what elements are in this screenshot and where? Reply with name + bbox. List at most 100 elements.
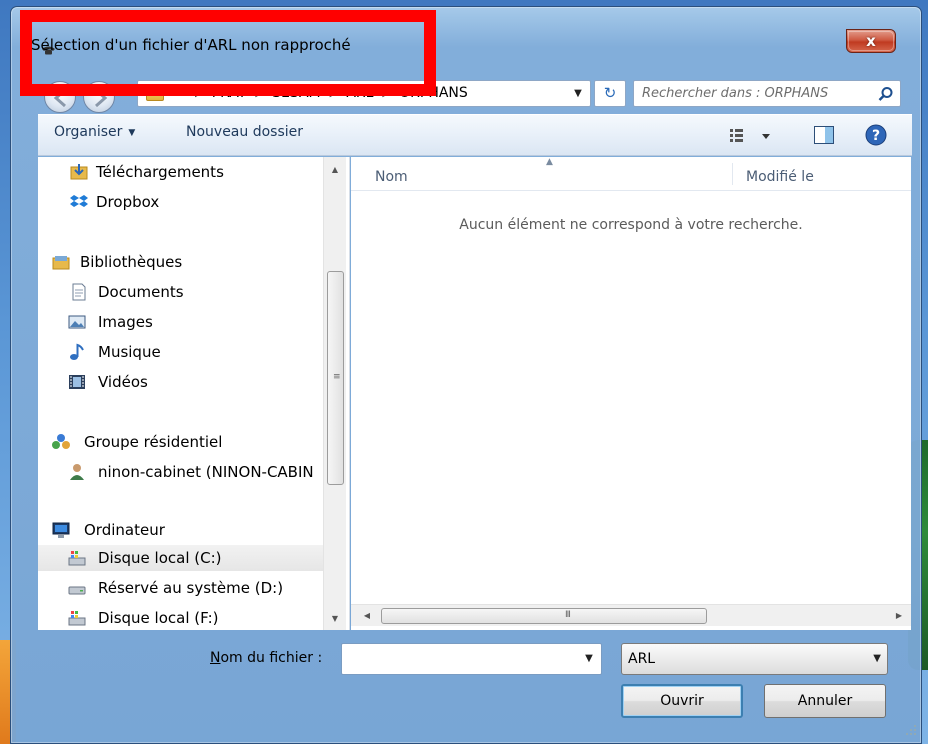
computer-icon [52,522,70,538]
scrollbar-thumb[interactable]: III [381,608,707,624]
dropbox-icon [70,195,88,207]
sidebar-item-label: Dropbox [96,193,160,211]
breadcrumb-item[interactable]: PRAT [212,85,247,101]
navigation-scrollbar[interactable]: ▲ ≡ ▼ [323,157,346,630]
command-toolbar: Organiser ▼ Nouveau dossier ? [38,114,912,156]
sidebar-item-disk-c[interactable]: Disque local (C:) [38,545,328,571]
chevron-down-icon: ▼ [128,128,136,138]
sidebar-item-label: Vidéos [98,373,148,391]
breadcrumb-item[interactable]: ARL [346,85,373,101]
sidebar-item-libraries[interactable]: Bibliothèques [38,249,328,275]
sidebar-item-label: Images [98,313,153,331]
filename-label-text: om du fichier : [220,650,323,666]
images-icon [68,315,86,329]
sidebar-item-label: Réservé au système (D:) [98,579,284,597]
sidebar-item-documents[interactable]: Documents [38,279,328,305]
folder-icon [146,87,164,101]
refresh-icon: ↻ [603,84,617,102]
libraries-icon [52,256,70,270]
resize-grip-icon[interactable] [905,724,917,736]
file-list-pane[interactable]: ▲ Nom Modifié le Aucun élément ne corres… [351,157,911,630]
sidebar-item-label: ninon-cabinet (NINON-CABIN [98,463,314,481]
chevron-right-icon[interactable]: ▶ [373,88,399,99]
navigation-pane[interactable]: Téléchargements Dropbox Bibliothèques Do… [38,157,350,630]
breadcrumb-item[interactable]: SESAM [272,85,321,101]
back-arrow-icon [53,88,66,108]
scroll-left-icon[interactable]: ◀ [357,605,377,626]
chevron-right-icon[interactable]: ▶ [246,88,272,99]
new-folder-button[interactable]: Nouveau dossier [186,124,303,140]
help-icon: ? [865,124,887,146]
dialog-footer: Nom du fichier : ▼ ARL ▼ Ouvrir Annuler [10,630,922,744]
column-header-name[interactable]: Nom [375,169,408,185]
sidebar-item-user[interactable]: ninon-cabinet (NINON-CABIN [38,459,328,485]
sidebar-item-dropbox[interactable]: Dropbox [38,189,328,215]
sidebar-item-homegroup[interactable]: Groupe résidentiel [38,429,328,455]
scroll-up-icon[interactable]: ▲ [324,161,346,179]
sidebar-item-downloads[interactable]: Téléchargements [38,159,328,185]
sidebar-item-images[interactable]: Images [38,309,328,335]
chevron-right-icon[interactable]: ▶ [321,88,347,99]
homegroup-icon [52,434,70,449]
documents-icon [72,283,86,301]
chevron-down-icon[interactable]: ▼ [577,644,601,674]
grip-icon: III [565,610,571,620]
filetype-select[interactable]: ARL ▼ [621,643,888,675]
breadcrumb: ▶ PRAT ▶ SESAM ▶ ARL ▶ ORPHANS [186,85,468,101]
close-button[interactable]: x [846,29,896,53]
search-input[interactable] [634,81,874,106]
close-icon: x [866,32,876,50]
local-disk-icon [68,611,86,626]
sidebar-item-label: Groupe résidentiel [84,433,223,451]
breadcrumb-item-current[interactable]: ORPHANS [399,85,468,101]
cancel-button[interactable]: Annuler [764,684,886,718]
grip-icon: ≡ [333,372,341,382]
scroll-down-icon[interactable]: ▼ [324,610,346,628]
sidebar-item-label: Documents [98,283,184,301]
sidebar-item-label: Ordinateur [84,521,165,539]
column-header-modified[interactable]: Modifié le [746,169,814,185]
preview-pane-button[interactable] [812,123,836,147]
address-history-dropdown[interactable]: ▼ [566,81,590,106]
chevron-right-icon: ▶ [195,88,203,99]
help-button[interactable]: ? [864,123,888,147]
sidebar-item-music[interactable]: Musique [38,339,328,365]
svg-text:?: ? [872,128,880,144]
refresh-button[interactable]: ↻ [594,80,626,107]
forward-arrow-icon [95,88,108,108]
filename-combobox[interactable]: ▼ [341,643,602,675]
scroll-right-icon[interactable]: ▶ [889,605,909,626]
music-icon [70,343,84,360]
videos-icon [69,375,85,389]
search-icon[interactable] [878,86,894,102]
forward-button[interactable] [83,81,115,113]
sidebar-item-videos[interactable]: Vidéos [38,369,328,395]
sidebar-item-computer[interactable]: Ordinateur [38,517,328,543]
empty-search-message: Aucun élément ne correspond à votre rech… [459,217,803,233]
dialog-title: Sélection d'un fichier d'ARL non rapproc… [31,36,351,54]
downloads-folder-icon [70,164,88,180]
filetype-value: ARL [628,651,656,667]
file-list-horizontal-scrollbar[interactable]: ◀ III ▶ [351,604,911,626]
back-button[interactable] [44,81,76,113]
search-box[interactable] [633,80,901,107]
sidebar-item-label: Téléchargements [96,163,224,181]
view-list-icon [730,129,770,142]
sidebar-item-disk-f[interactable]: Disque local (F:) [38,605,328,630]
column-header-row: ▲ Nom Modifié le [351,157,911,191]
scrollbar-thumb[interactable]: ≡ [327,271,344,485]
open-button[interactable]: Ouvrir [621,684,743,718]
sidebar-item-disk-d[interactable]: Réservé au système (D:) [38,575,328,601]
column-divider[interactable] [732,163,733,185]
change-view-button[interactable] [728,125,778,147]
address-bar[interactable]: ▶ PRAT ▶ SESAM ▶ ARL ▶ ORPHANS ▼ [137,80,591,107]
sidebar-item-label: Bibliothèques [80,253,183,271]
organise-label: Organiser [54,124,123,140]
filename-label-accesskey: N [210,650,221,666]
organise-button[interactable]: Organiser ▼ [54,124,135,140]
filename-input[interactable] [342,644,576,674]
sidebar-item-label: Disque local (F:) [98,609,219,627]
sidebar-item-label: Musique [98,343,161,361]
preview-pane-icon [814,126,834,144]
filename-label: Nom du fichier : [210,650,322,666]
